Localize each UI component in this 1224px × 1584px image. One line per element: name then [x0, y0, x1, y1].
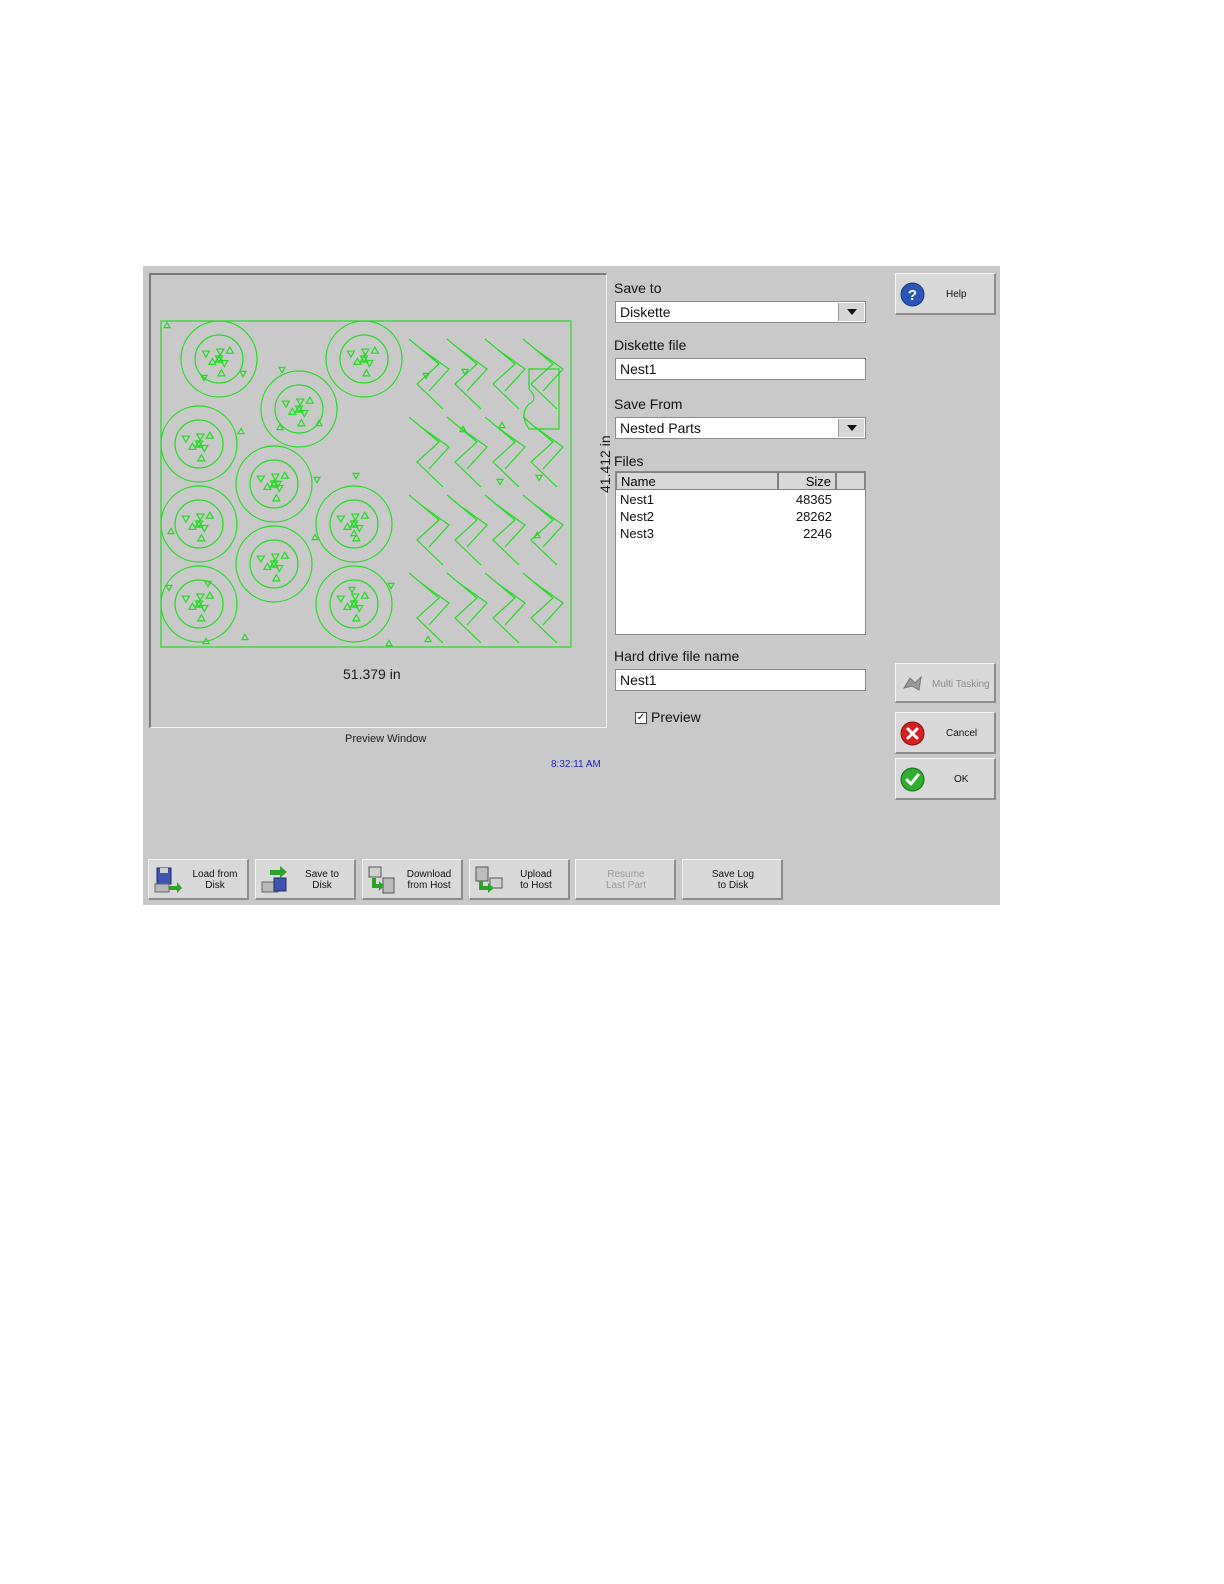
help-icon: ? — [900, 282, 925, 307]
load-from-disk-button[interactable]: Load from Disk — [148, 859, 249, 900]
chevron-down-icon[interactable] — [838, 303, 864, 321]
save-log-to-disk-button[interactable]: Save Log to Disk — [682, 859, 783, 900]
height-dimension: 41.412 in — [597, 435, 613, 493]
help-button[interactable]: ? Help — [895, 273, 996, 315]
preview-checkbox[interactable]: ✓ — [635, 712, 647, 724]
hard-drive-file-input[interactable]: Nest1 — [615, 669, 866, 691]
column-header-name[interactable]: Name — [616, 472, 778, 490]
save-to-disk-button[interactable]: Save to Disk — [255, 859, 356, 900]
files-list[interactable]: Name Size Nest1 48365 Nest2 28262 Nest3 … — [615, 471, 866, 635]
column-header-size[interactable]: Size — [778, 472, 836, 490]
file-name: Nest2 — [620, 509, 654, 524]
chevron-down-icon[interactable] — [838, 419, 864, 437]
multitasking-label: Multi Tasking — [932, 679, 990, 690]
width-dimension: 51.379 in — [343, 666, 401, 682]
upload-icon — [475, 866, 503, 893]
upload-to-host-label-1: Upload — [520, 869, 552, 880]
preview-checkbox-label[interactable]: Preview — [651, 709, 701, 725]
checkmark-icon — [900, 767, 925, 792]
preview-caption: Preview Window — [345, 733, 427, 745]
list-item[interactable]: Nest1 48365 — [620, 492, 832, 507]
save-from-label: Save From — [614, 396, 683, 412]
file-size: 2246 — [803, 526, 832, 541]
ok-label: OK — [954, 774, 969, 785]
save-to-label: Save to — [614, 280, 662, 296]
file-name: Nest3 — [620, 526, 654, 541]
svg-text:?: ? — [908, 287, 917, 304]
disk-load-icon — [154, 867, 182, 893]
resume-last-part-label-2: Last Part — [605, 880, 647, 891]
cancel-button[interactable]: Cancel — [895, 712, 996, 754]
clock: 8:32:11 AM — [551, 759, 601, 770]
download-icon — [368, 866, 395, 894]
download-from-host-label-1: Download — [406, 869, 452, 880]
multitasking-icon — [902, 675, 922, 691]
file-size: 28262 — [795, 509, 832, 524]
load-from-disk-label-2: Disk — [205, 880, 225, 891]
multitasking-button[interactable]: Multi Tasking — [895, 663, 996, 703]
resume-last-part-label-1: Resume — [607, 869, 645, 880]
upload-to-host-label-2: to Host — [520, 880, 552, 891]
file-name: Nest1 — [620, 492, 654, 507]
download-from-host-label-2: from Host — [407, 880, 451, 891]
save-to-value: Diskette — [620, 304, 671, 320]
diskette-file-label: Diskette file — [614, 337, 687, 353]
hard-drive-file-label: Hard drive file name — [614, 648, 740, 664]
files-label: Files — [614, 453, 644, 469]
upload-to-host-button[interactable]: Upload to Host — [469, 859, 570, 900]
save-from-dropdown[interactable]: Nested Parts — [615, 417, 866, 439]
resume-last-part-button[interactable]: Resume Last Part — [575, 859, 676, 900]
preview-window: 51.379 in 41.412 in — [149, 273, 613, 728]
save-to-disk-label-1: Save to — [305, 869, 339, 880]
save-to-disk-label-2: Disk — [312, 880, 332, 891]
cancel-label: Cancel — [946, 728, 978, 739]
close-icon — [900, 721, 925, 746]
load-from-disk-label-1: Load from — [192, 869, 238, 880]
column-header-spacer — [836, 472, 865, 490]
save-log-to-disk-label-2: to Disk — [717, 880, 749, 891]
save-log-to-disk-label-1: Save Log — [711, 869, 755, 880]
save-from-value: Nested Parts — [620, 420, 701, 436]
nested-parts-preview — [160, 320, 572, 648]
file-size: 48365 — [795, 492, 832, 507]
disk-save-icon — [261, 866, 287, 893]
download-from-host-button[interactable]: Download from Host — [362, 859, 463, 900]
diskette-file-input[interactable]: Nest1 — [615, 358, 866, 380]
save-to-dropdown[interactable]: Diskette — [615, 301, 866, 323]
list-item[interactable]: Nest3 2246 — [620, 526, 832, 541]
ok-button[interactable]: OK — [895, 758, 996, 800]
save-files-screen: 51.379 in 41.412 in Preview Window 8:32:… — [143, 266, 1000, 905]
help-label: Help — [946, 289, 967, 300]
list-item[interactable]: Nest2 28262 — [620, 509, 832, 524]
